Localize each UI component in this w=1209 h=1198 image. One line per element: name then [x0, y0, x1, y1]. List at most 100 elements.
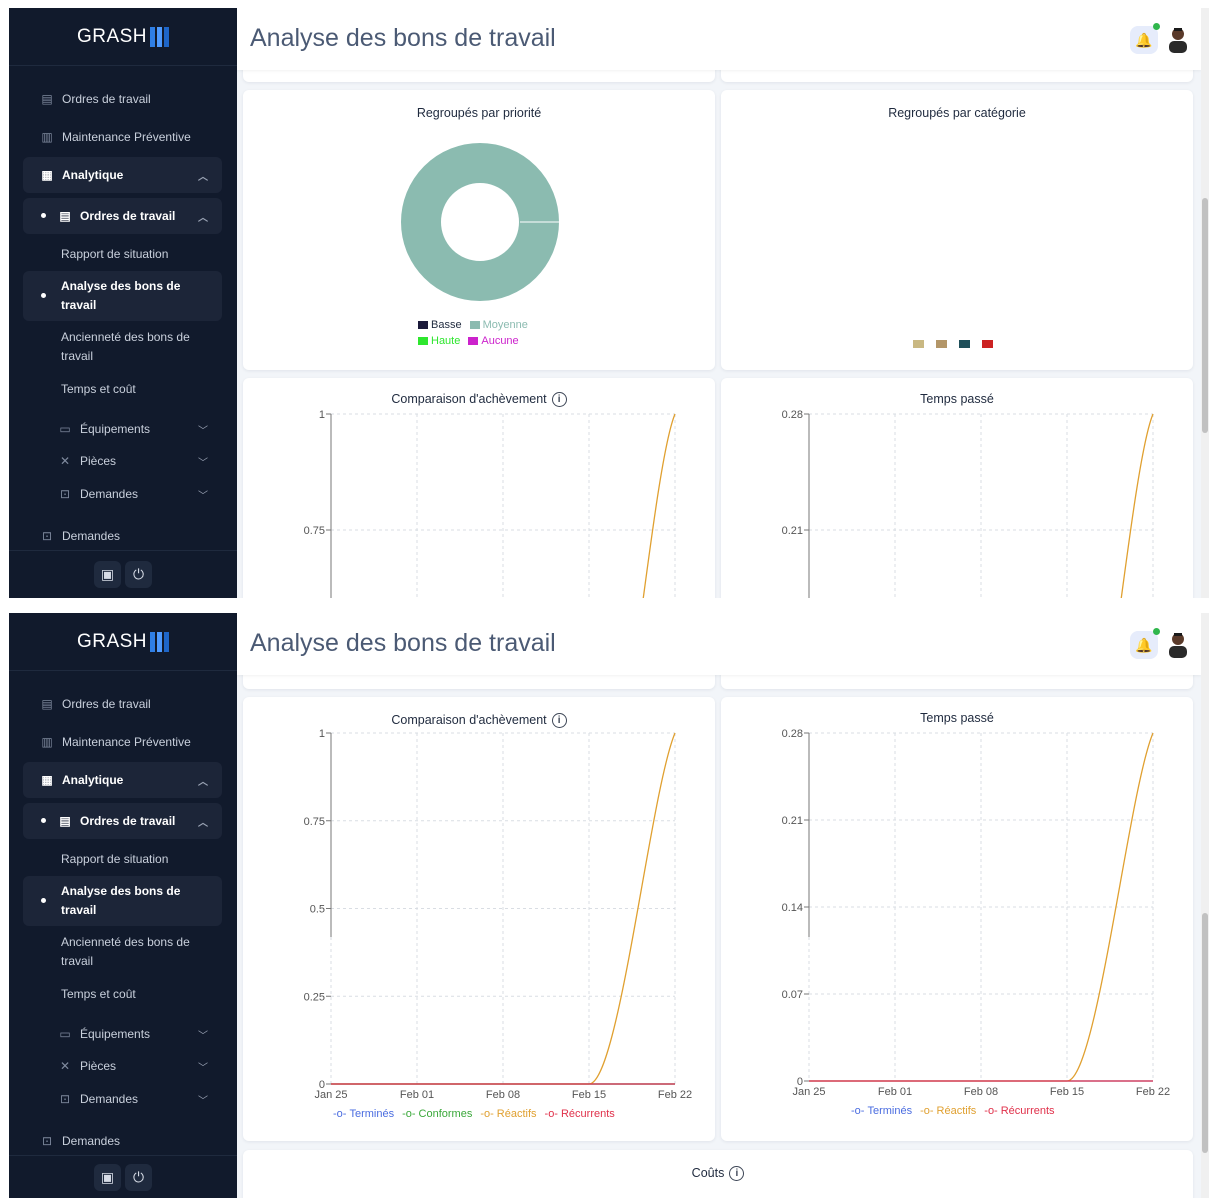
y-tick-label: 0.28 — [782, 728, 803, 740]
card-title: Regroupés par catégorie — [888, 106, 1026, 120]
sidebar-item-label: Pièces — [80, 1059, 117, 1073]
sidebar-item-work-order-analysis[interactable]: Analyse des bons de travail — [23, 876, 222, 926]
sidebar-item-label: Ordres de travail — [80, 209, 176, 223]
category-legend — [913, 340, 993, 348]
sidebar-item-label: Demandes — [62, 529, 121, 543]
brand-logo[interactable]: GRASH — [9, 8, 237, 66]
legend-item-haute[interactable]: Haute — [418, 335, 460, 347]
sidebar-item-requests[interactable]: ⊡ Demandes — [23, 518, 222, 554]
sidebar-item-status-report[interactable]: Rapport de situation — [23, 244, 222, 264]
legend-label: Réactifs — [936, 1105, 977, 1117]
sidebar-item-work-orders[interactable]: ▤ Ordres de travail — [23, 81, 222, 117]
header: Analyse des bons de travail 🔔 — [237, 8, 1201, 70]
sidebar-item-analytics-work-orders[interactable]: ▤ Ordres de travail ︿ — [23, 803, 222, 839]
brand-text: GRASH — [76, 630, 148, 652]
legend-label: Conformes — [418, 1108, 473, 1120]
sidebar-item-time-cost[interactable]: Temps et coût — [23, 379, 222, 399]
sidebar-item-preventive[interactable]: ▥ Maintenance Préventive — [23, 119, 222, 155]
legend-item-basse[interactable]: Basse — [418, 319, 462, 331]
sidebar-item-label: Ordres de travail — [62, 92, 151, 106]
legend-marker-icon: -o- — [544, 1108, 558, 1120]
sidebar-item-status-report[interactable]: Rapport de situation — [23, 849, 222, 869]
y-tick-label: 0.25 — [304, 991, 325, 1003]
x-tick-label: Feb 22 — [1136, 1086, 1170, 1098]
chevron-down-icon: ﹀ — [198, 425, 208, 437]
logout-button[interactable]: ⏻ — [125, 561, 152, 588]
y-tick-label: 0.75 — [304, 816, 325, 828]
power-icon: ⏻ — [132, 566, 145, 582]
notifications-button[interactable]: 🔔 — [1130, 23, 1160, 54]
sidebar-item-label: Demandes — [80, 1092, 139, 1106]
sidebar-item-analytics-requests[interactable]: ⊡ Demandes ﹀ — [23, 1081, 222, 1117]
legend-swatch — [469, 321, 480, 329]
legend-marker-icon: -o- — [402, 1108, 416, 1120]
sidebar-item-label: Analytique — [62, 773, 124, 787]
sidebar-item-work-order-age[interactable]: Ancienneté des bons de travail — [23, 932, 222, 972]
header: Analyse des bons de travail 🔔 — [237, 613, 1201, 675]
sidebar-item-analytics-requests[interactable]: ⊡ Demandes ﹀ — [23, 476, 222, 512]
legend-item-reactifs[interactable]: -o- Réactifs — [480, 1108, 536, 1120]
legend-label: Aucune — [481, 335, 519, 347]
legend-item-reactifs[interactable]: -o- Réactifs — [920, 1105, 976, 1117]
sidebar-item-label: Analyse des bons de travail — [61, 884, 181, 917]
time-line-chart: Jan 25 Feb 01 Feb 08 Feb 15 Feb 2200.070.140… — [782, 728, 1171, 1098]
legend-swatch[interactable] — [913, 340, 924, 348]
avatar[interactable] — [1165, 630, 1191, 658]
legend-marker-icon: -o- — [920, 1105, 934, 1117]
calendar-button[interactable]: ▣ — [94, 1163, 121, 1191]
scrollbar-thumb[interactable] — [1202, 198, 1208, 433]
bullet-dot — [41, 293, 46, 298]
legend-item-termines[interactable]: -o- Terminés — [851, 1105, 912, 1117]
sidebar-item-parts[interactable]: ✕ Pièces ﹀ — [23, 1048, 222, 1084]
legend-item-recurrents[interactable]: -o- Récurrents — [984, 1105, 1054, 1117]
clipboard-icon: ▤ — [59, 814, 71, 828]
legend-label: Récurrents — [560, 1108, 615, 1120]
info-icon[interactable]: i — [729, 1166, 745, 1182]
scrollbar-thumb[interactable] — [1202, 913, 1208, 1153]
avatar[interactable] — [1165, 25, 1191, 53]
legend-swatch[interactable] — [936, 340, 947, 348]
inbox-icon: ⊡ — [59, 1092, 71, 1106]
calendar-button[interactable]: ▣ — [94, 561, 121, 588]
legend-item-aucune[interactable]: Aucune — [468, 335, 519, 347]
notifications-button[interactable]: 🔔 — [1130, 628, 1160, 659]
bell-icon: 🔔 — [1135, 636, 1153, 653]
card-time-top: Temps passé 0.21 0.28 — [721, 378, 1193, 598]
sidebar-item-work-order-analysis[interactable]: Analyse des bons de travail — [23, 271, 222, 321]
y-tick-label: 0.21 — [782, 525, 803, 537]
legend-swatch[interactable] — [959, 340, 970, 348]
sidebar-item-requests[interactable]: ⊡ Demandes — [23, 1123, 222, 1159]
legend-swatch — [418, 321, 428, 329]
legend-item-recurrents[interactable]: -o- Récurrents — [545, 1108, 615, 1120]
legend-item-moyenne[interactable]: Moyenne — [469, 319, 528, 331]
y-tick-label: 0 — [319, 1079, 325, 1091]
legend-item-conformes[interactable]: -o- Conformes — [402, 1108, 472, 1120]
chart-icon: ▦ — [41, 773, 53, 787]
sidebar-item-assets[interactable]: ▭ Équipements ﹀ — [23, 411, 222, 447]
legend-label: Basse — [431, 319, 462, 331]
scrollbar[interactable] — [1201, 613, 1209, 1198]
sidebar-item-work-order-age[interactable]: Ancienneté des bons de travail — [23, 327, 222, 367]
y-tick-label: 1 — [319, 409, 325, 421]
sidebar-item-preventive[interactable]: ▥ Maintenance Préventive — [23, 724, 222, 760]
brand-logo[interactable]: GRASH — [9, 613, 237, 671]
y-tick-label: 0.28 — [782, 409, 803, 421]
sidebar-item-time-cost[interactable]: Temps et coût — [23, 984, 222, 1004]
chevron-up-icon: ︿ — [198, 817, 208, 829]
legend-label: Haute — [431, 335, 461, 347]
sidebar-item-work-orders[interactable]: ▤ Ordres de travail — [23, 686, 222, 722]
scrollbar[interactable] — [1201, 8, 1209, 598]
legend-marker-icon: -o- — [480, 1108, 494, 1120]
card-time: Temps passé Jan 25 Feb 01 Feb 08 Feb 15 Feb … — [721, 697, 1193, 1141]
sidebar-item-analytics[interactable]: ▦ Analytique ︿ — [23, 157, 222, 193]
logout-button[interactable]: ⏻ — [125, 1163, 152, 1191]
sidebar-item-parts[interactable]: ✕ Pièces ﹀ — [23, 443, 222, 479]
sidebar-item-analytics-work-orders[interactable]: ▤ Ordres de travail ︿ — [23, 198, 222, 234]
sidebar-item-analytics[interactable]: ▦ Analytique ︿ — [23, 762, 222, 798]
legend-swatch[interactable] — [982, 340, 993, 348]
sidebar-item-label: Ordres de travail — [80, 814, 176, 828]
legend-item-termines[interactable]: -o- Terminés — [333, 1108, 394, 1120]
chevron-down-icon: ﹀ — [198, 1030, 208, 1042]
legend-label: Terminés — [349, 1108, 395, 1120]
sidebar-item-assets[interactable]: ▭ Équipements ﹀ — [23, 1016, 222, 1052]
